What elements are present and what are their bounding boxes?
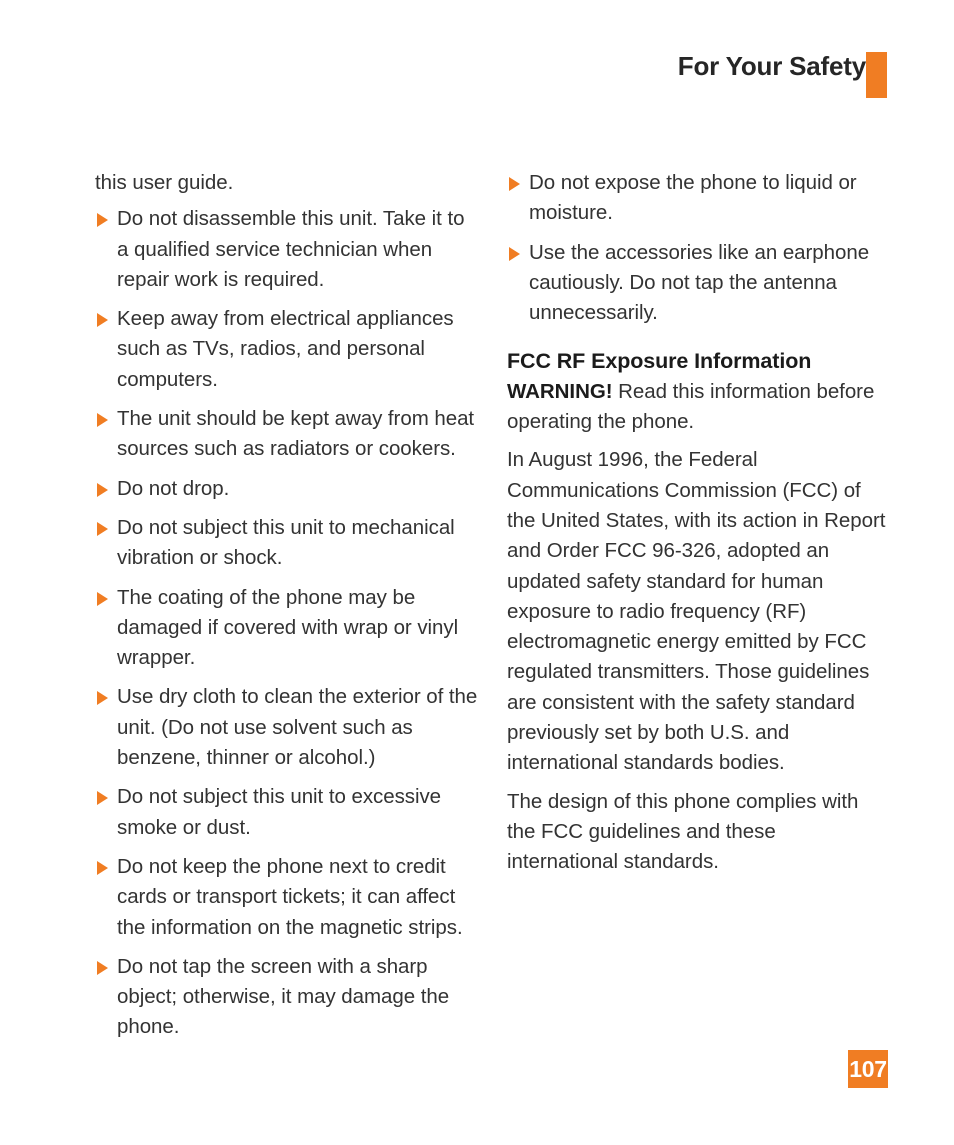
triangle-bullet-icon — [97, 482, 108, 497]
list-item-text: Keep away from electrical appliances suc… — [117, 307, 454, 391]
triangle-bullet-icon — [97, 413, 108, 428]
warning-label: WARNING! — [507, 379, 613, 403]
triangle-bullet-icon — [97, 591, 108, 606]
triangle-bullet-icon — [509, 246, 520, 261]
list-item-text: Do not subject this unit to mechanical v… — [117, 515, 455, 570]
warning-paragraph: WARNING! Read this information before op… — [507, 377, 892, 438]
list-item: Do not tap the screen with a sharp objec… — [95, 952, 480, 1043]
triangle-bullet-icon — [97, 313, 108, 328]
header-accent-bar-icon — [866, 52, 887, 98]
list-item-text: Do not drop. — [117, 476, 230, 500]
list-item: Do not expose the phone to liquid or moi… — [507, 168, 892, 229]
paragraph-fcc-history: In August 1996, the Federal Communicatio… — [507, 448, 886, 775]
list-item: Do not disassemble this unit. Take it to… — [95, 204, 480, 295]
list-item-text: Do not disassemble this unit. Take it to… — [117, 207, 465, 291]
triangle-bullet-icon — [97, 691, 108, 706]
list-item: Keep away from electrical appliances suc… — [95, 304, 480, 395]
list-item-text: Use dry cloth to clean the exterior of t… — [117, 685, 478, 770]
section-heading-fcc-rf-exposure: FCC RF Exposure Information — [507, 349, 812, 374]
list-item-text: The coating of the phone may be damaged … — [117, 585, 459, 670]
right-column: Do not expose the phone to liquid or moi… — [507, 168, 892, 878]
list-item: Do not subject this unit to excessive sm… — [95, 782, 480, 843]
list-item: Do not drop. — [95, 474, 480, 504]
triangle-bullet-icon — [97, 213, 108, 228]
page-title: For Your Safety — [677, 51, 866, 81]
lead-paragraph: this user guide. — [95, 171, 234, 194]
page-number-badge: 107 — [848, 1050, 888, 1088]
triangle-bullet-icon — [97, 860, 108, 875]
list-item-text: Do not subject this unit to excessive sm… — [117, 785, 442, 839]
list-item-text: Use the accessories like an earphone cau… — [529, 240, 870, 325]
list-item-text: Do not keep the phone next to credit car… — [117, 854, 463, 939]
paragraph-design-compliance: The design of this phone complies with t… — [507, 789, 859, 874]
list-item: Use the accessories like an earphone cau… — [507, 238, 892, 329]
left-column: this user guide. Do not disassemble this… — [95, 168, 480, 1043]
list-item: Use dry cloth to clean the exterior of t… — [95, 682, 480, 773]
list-item-text: Do not tap the screen with a sharp objec… — [117, 954, 450, 1039]
list-item-text: Do not expose the phone to liquid or moi… — [529, 171, 857, 225]
triangle-bullet-icon — [509, 177, 520, 191]
triangle-bullet-icon — [97, 521, 108, 536]
list-item: Do not subject this unit to mechanical v… — [95, 513, 480, 574]
page-header: For Your Safety — [0, 48, 954, 104]
list-item: Do not keep the phone next to credit car… — [95, 852, 480, 943]
list-item-text: The unit should be kept away from heat s… — [117, 407, 475, 461]
triangle-bullet-icon — [97, 960, 108, 975]
list-item: The unit should be kept away from heat s… — [95, 404, 480, 465]
list-item: The coating of the phone may be damaged … — [95, 583, 480, 674]
triangle-bullet-icon — [97, 791, 108, 806]
